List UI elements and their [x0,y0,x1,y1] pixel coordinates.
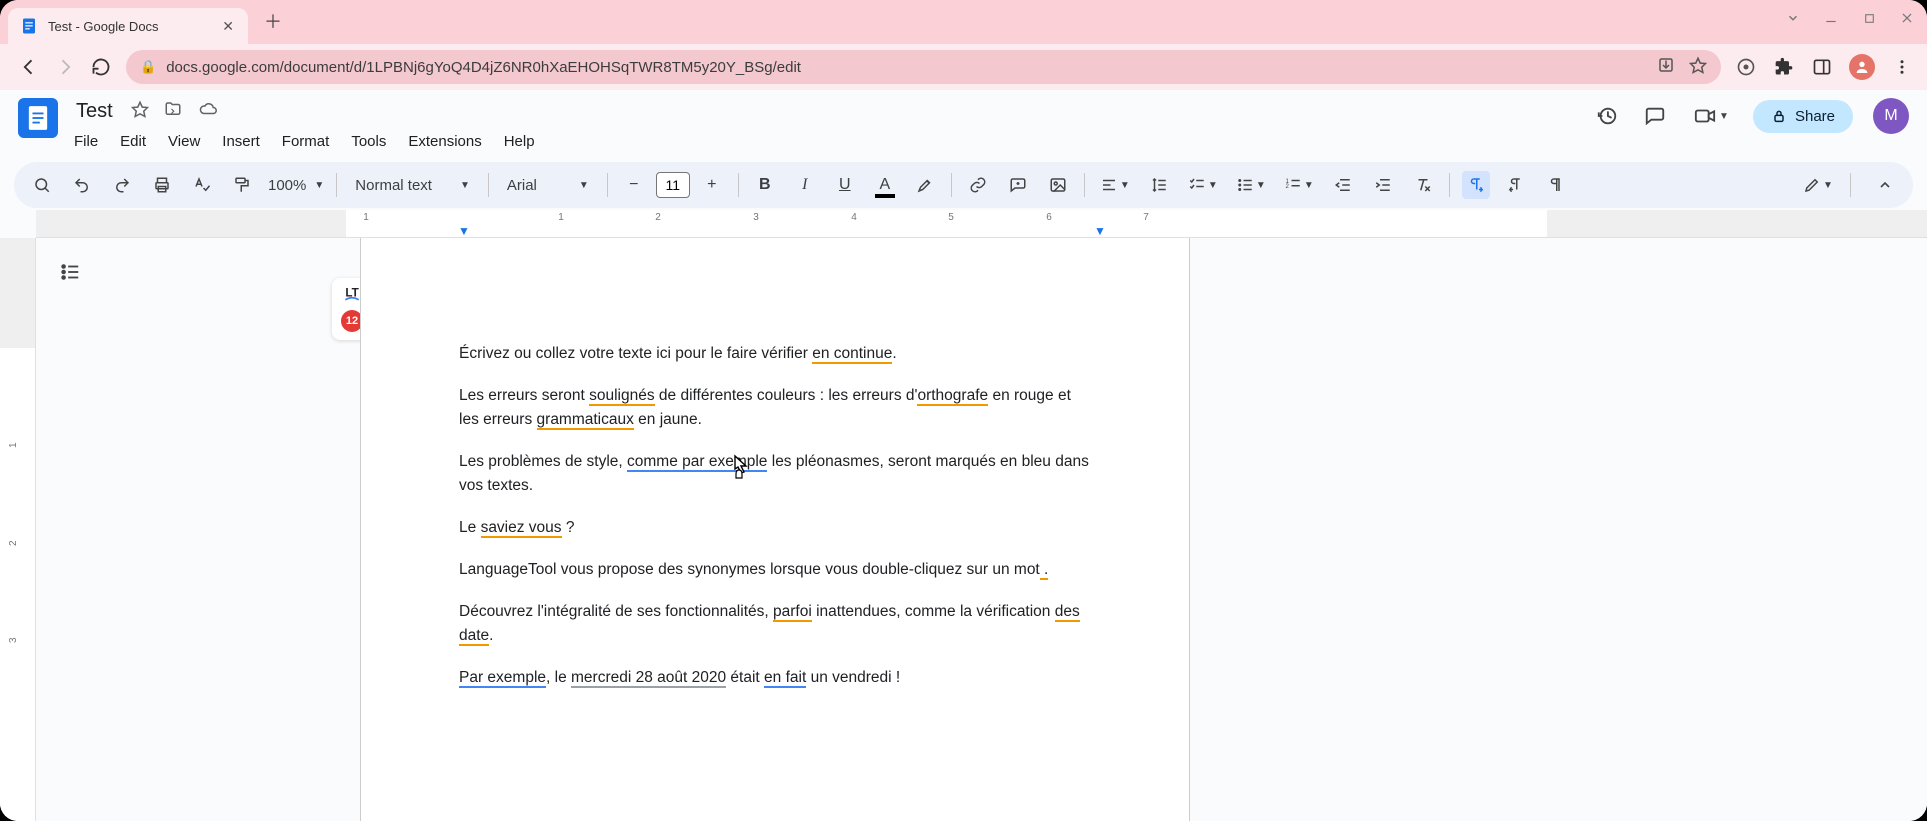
clear-formatting-icon[interactable] [1409,171,1437,199]
bold-icon[interactable]: B [751,171,779,199]
chrome-menu-icon[interactable] [1891,56,1913,78]
menu-insert[interactable]: Insert [220,131,262,152]
browser-tab[interactable]: Test - Google Docs ✕ [8,8,248,44]
italic-icon[interactable]: I [791,171,819,199]
spellcheck-icon[interactable] [188,171,216,199]
insert-comment-icon[interactable] [1004,171,1032,199]
doc-paragraph[interactable]: Par exemple, le mercredi 28 août 2020 ét… [459,666,1091,690]
collapse-toolbar-icon[interactable] [1871,171,1899,199]
menu-extensions[interactable]: Extensions [406,131,483,152]
align-icon[interactable]: ▼ [1097,171,1133,199]
paint-format-icon[interactable] [228,171,256,199]
tab-close-icon[interactable]: ✕ [222,18,234,35]
indent-left-marker[interactable]: ▼ [458,224,470,238]
docs-logo-icon[interactable] [18,98,58,138]
editing-mode-icon[interactable]: ▼ [1798,171,1838,199]
menu-view[interactable]: View [166,131,202,152]
share-button[interactable]: Share [1753,100,1853,133]
search-menus-icon[interactable] [28,171,56,199]
chevron-down-icon[interactable] [1783,8,1803,28]
fontsize-input[interactable]: 11 [656,172,690,198]
install-app-icon[interactable] [1657,56,1675,78]
history-icon[interactable] [1593,102,1621,130]
meet-icon[interactable]: ▼ [1689,102,1733,130]
numbered-list-icon[interactable]: 12▼ [1281,171,1317,199]
star-icon[interactable] [131,100,149,123]
docs-favicon-icon [20,17,38,35]
document-page[interactable]: Écrivez ou collez votre texte ici pour l… [360,238,1190,821]
document-title[interactable]: Test [72,98,117,125]
cloud-saved-icon[interactable] [197,100,219,123]
nav-forward-button [54,56,76,78]
print-icon[interactable] [148,171,176,199]
menu-tools[interactable]: Tools [349,131,388,152]
comments-icon[interactable] [1641,102,1669,130]
menu-file[interactable]: File [72,131,100,152]
share-label: Share [1795,108,1835,125]
horizontal-ruler[interactable]: 1 1 2 3 4 5 6 7 ▼ ▼ [36,210,1927,238]
paragraph-style-select[interactable]: Normal text▼ [349,177,476,194]
lock-icon [1771,108,1787,124]
fontsize-decrease-button[interactable]: − [620,171,648,199]
indent-decrease-icon[interactable] [1329,171,1357,199]
line-spacing-icon[interactable] [1145,171,1173,199]
side-panel-icon[interactable] [1811,56,1833,78]
font-select[interactable]: Arial▼ [501,177,595,194]
outline-toggle-icon[interactable] [54,256,86,288]
bulleted-list-icon[interactable]: ▼ [1233,171,1269,199]
menu-bar: File Edit View Insert Format Tools Exten… [72,127,537,152]
extension-lt-icon[interactable] [1735,56,1757,78]
rtl-icon[interactable] [1502,171,1530,199]
doc-paragraph[interactable]: Les erreurs seront soulignés de différen… [459,384,1091,432]
doc-paragraph[interactable]: Écrivez ou collez votre texte ici pour l… [459,342,1091,366]
account-avatar[interactable]: M [1873,98,1909,134]
highlight-icon[interactable] [911,171,939,199]
extensions-puzzle-icon[interactable] [1773,56,1795,78]
fontsize-increase-button[interactable]: + [698,171,726,199]
zoom-select[interactable]: 100%▼ [268,177,324,194]
indent-increase-icon[interactable] [1369,171,1397,199]
redo-icon[interactable] [108,171,136,199]
nav-back-button[interactable] [18,56,40,78]
window-minimize-icon[interactable] [1821,8,1841,28]
url-text: docs.google.com/document/d/1LPBNj6gYoQ4D… [166,59,801,76]
move-folder-icon[interactable] [163,100,183,123]
nav-reload-button[interactable] [90,56,112,78]
bookmark-star-icon[interactable] [1689,56,1707,78]
tab-title: Test - Google Docs [48,19,212,34]
underline-icon[interactable]: U [831,171,859,199]
menu-help[interactable]: Help [502,131,537,152]
checklist-icon[interactable]: ▼ [1185,171,1221,199]
svg-text:2: 2 [1285,184,1289,190]
vertical-ruler[interactable]: 1 2 3 [0,238,36,821]
profile-avatar-icon[interactable] [1849,54,1875,80]
menu-format[interactable]: Format [280,131,332,152]
window-close-icon[interactable] [1897,8,1917,28]
text-color-icon[interactable]: A [871,171,899,199]
doc-paragraph[interactable]: Découvrez l'intégralité de ses fonctionn… [459,600,1091,648]
undo-icon[interactable] [68,171,96,199]
doc-paragraph[interactable]: Le saviez vous ? [459,516,1091,540]
insert-link-icon[interactable] [964,171,992,199]
new-tab-button[interactable]: ＋ [258,7,288,37]
window-maximize-icon[interactable] [1859,8,1879,28]
doc-paragraph[interactable]: Les problèmes de style, comme par exempl… [459,450,1091,498]
ltr-icon[interactable] [1462,171,1490,199]
toolbar: 100%▼ Normal text▼ Arial▼ − 11 + B I U A… [14,162,1913,208]
insert-image-icon[interactable] [1044,171,1072,199]
indent-right-marker[interactable]: ▼ [1094,224,1106,238]
address-bar[interactable]: 🔒 docs.google.com/document/d/1LPBNj6gYoQ… [126,50,1721,84]
pilcrow-icon[interactable] [1542,171,1570,199]
menu-edit[interactable]: Edit [118,131,148,152]
doc-paragraph[interactable]: LanguageTool vous propose des synonymes … [459,558,1091,582]
lock-icon: 🔒 [140,59,156,75]
